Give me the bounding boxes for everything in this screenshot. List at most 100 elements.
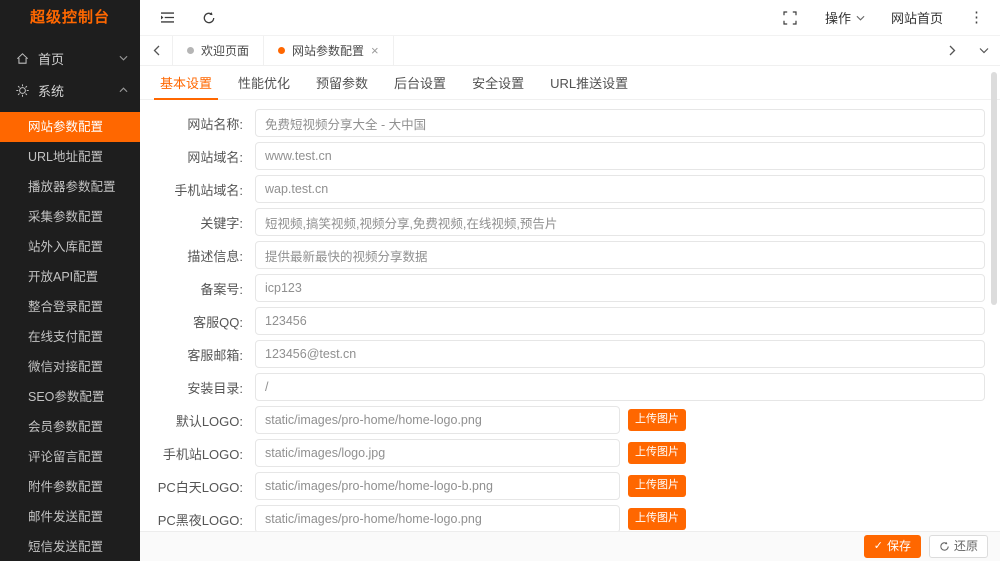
- settings-tab[interactable]: 安全设置: [472, 66, 524, 99]
- sidebar-subitem[interactable]: 开放API配置: [0, 262, 140, 292]
- sidebar-subitem[interactable]: 站外入库配置: [0, 232, 140, 262]
- sidebar-subitem[interactable]: 附件参数配置: [0, 472, 140, 502]
- field-input[interactable]: [255, 472, 620, 500]
- page-tab[interactable]: 欢迎页面: [172, 36, 264, 65]
- footer-bar: ✓ 保存 还原: [140, 531, 1000, 561]
- settings-tab[interactable]: URL推送设置: [550, 66, 628, 99]
- action-label: 操作: [825, 8, 851, 27]
- form-row: 网站名称:: [143, 109, 985, 137]
- upload-image-button[interactable]: 上传图片: [628, 508, 686, 529]
- upload-image-button[interactable]: 上传图片: [628, 442, 686, 463]
- sidebar-subitem[interactable]: 评论留言配置: [0, 442, 140, 472]
- fullscreen-icon[interactable]: [781, 9, 799, 27]
- reset-button[interactable]: 还原: [929, 535, 988, 559]
- settings-tab[interactable]: 后台设置: [394, 66, 446, 99]
- field-input[interactable]: [255, 142, 985, 170]
- topbar: 操作 网站首页 ⋮: [140, 0, 1000, 36]
- page-tab[interactable]: 网站参数配置 ×: [264, 36, 394, 65]
- sidebar-subitem[interactable]: 在线支付配置: [0, 322, 140, 352]
- field-label: 描述信息:: [143, 246, 243, 265]
- upload-image-button[interactable]: 上传图片: [628, 409, 686, 430]
- tabs-menu-icon[interactable]: [968, 36, 1000, 65]
- field-input[interactable]: [255, 340, 985, 368]
- field-input[interactable]: [255, 241, 985, 269]
- close-icon[interactable]: ×: [371, 44, 379, 57]
- sidebar-subitem-label: 附件参数配置: [28, 480, 103, 494]
- form-row: 默认LOGO: 上传图片: [143, 406, 985, 434]
- sidebar-subitem[interactable]: 微信对接配置: [0, 352, 140, 382]
- admin-console: 超级控制台 首页 系统 网站参数配置: [0, 0, 1000, 561]
- sidebar-subitem-label: 播放器参数配置: [28, 180, 116, 194]
- sidebar-subitem[interactable]: URL地址配置: [0, 142, 140, 172]
- tab-label: 欢迎页面: [201, 42, 249, 59]
- vertical-scrollbar[interactable]: [991, 72, 997, 305]
- field-input[interactable]: [255, 175, 985, 203]
- field-label: 客服邮箱:: [143, 345, 243, 364]
- page-tabs: 欢迎页面 网站参数配置 ×: [172, 36, 936, 65]
- field-input[interactable]: [255, 274, 985, 302]
- field-label: 备案号:: [143, 279, 243, 298]
- settings-tab[interactable]: 基本设置: [160, 66, 212, 99]
- field-input[interactable]: [255, 406, 620, 434]
- sidebar-item-home[interactable]: 首页: [0, 42, 140, 74]
- field-input[interactable]: [255, 208, 985, 236]
- field-input[interactable]: [255, 373, 985, 401]
- form-row: PC白天LOGO: 上传图片: [143, 472, 985, 500]
- sidebar-subitem-label: 网站参数配置: [28, 120, 103, 134]
- sidebar-subitem[interactable]: 网站参数配置: [0, 112, 140, 142]
- form-row: 安装目录:: [143, 373, 985, 401]
- field-input[interactable]: [255, 307, 985, 335]
- form-rows: 网站名称: 网站域名: 手机站域名: 关键字: 描述信息: 备案号: 客服QQ:…: [143, 109, 985, 531]
- action-dropdown[interactable]: 操作: [825, 8, 865, 27]
- sidebar-submenu: 网站参数配置 URL地址配置 播放器参数配置 采集参数配置 站外入库配置 开放A…: [0, 106, 140, 561]
- site-home-link[interactable]: 网站首页: [891, 8, 943, 27]
- form-row: 客服QQ:: [143, 307, 985, 335]
- field-label: PC黑夜LOGO:: [143, 510, 243, 529]
- tabs-scroll-right-icon[interactable]: [936, 36, 968, 65]
- sidebar-subitem[interactable]: 会员参数配置: [0, 412, 140, 442]
- sidebar: 超级控制台 首页 系统 网站参数配置: [0, 0, 140, 561]
- settings-form: 网站名称: 网站域名: 手机站域名: 关键字: 描述信息: 备案号: 客服QQ:…: [140, 100, 1000, 531]
- sidebar-subitem[interactable]: 采集参数配置: [0, 202, 140, 232]
- field-label: 手机站域名:: [143, 180, 243, 199]
- field-label: 客服QQ:: [143, 312, 243, 331]
- settings-tab[interactable]: 预留参数: [316, 66, 368, 99]
- tab-label: 网站参数配置: [292, 42, 364, 59]
- field-input[interactable]: [255, 109, 985, 137]
- gear-icon: [14, 82, 30, 98]
- settings-tab[interactable]: 性能优化: [238, 66, 290, 99]
- sidebar-subitem-label: 整合登录配置: [28, 300, 103, 314]
- field-input[interactable]: [255, 439, 620, 467]
- form-row: 关键字:: [143, 208, 985, 236]
- chevron-up-icon: [119, 87, 128, 93]
- sidebar-subitem-label: 评论留言配置: [28, 450, 103, 464]
- sidebar-subitem-label: 在线支付配置: [28, 330, 103, 344]
- settings-tab-label: 后台设置: [394, 73, 446, 92]
- sidebar-subitem-label: 开放API配置: [28, 270, 98, 284]
- field-label: 安装目录:: [143, 378, 243, 397]
- sidebar-subitem[interactable]: 整合登录配置: [0, 292, 140, 322]
- form-row: 备案号:: [143, 274, 985, 302]
- form-row: 描述信息:: [143, 241, 985, 269]
- sidebar-item-label: 首页: [38, 49, 119, 68]
- settings-tab-label: URL推送设置: [550, 73, 628, 92]
- field-input[interactable]: [255, 505, 620, 531]
- sidebar-subitem[interactable]: 邮件发送配置: [0, 502, 140, 532]
- tabs-scroll-left-icon[interactable]: [140, 36, 172, 65]
- sidebar-subitem[interactable]: SEO参数配置: [0, 382, 140, 412]
- field-label: PC白天LOGO:: [143, 477, 243, 496]
- upload-image-button[interactable]: 上传图片: [628, 475, 686, 496]
- refresh-icon[interactable]: [200, 9, 218, 27]
- field-label: 默认LOGO:: [143, 411, 243, 430]
- sidebar-subitem[interactable]: 短信发送配置: [0, 532, 140, 561]
- home-icon: [14, 50, 30, 66]
- save-button[interactable]: ✓ 保存: [864, 535, 921, 559]
- collapse-sidebar-icon[interactable]: [158, 9, 176, 27]
- sidebar-subitem-label: 站外入库配置: [28, 240, 103, 254]
- sidebar-subitem[interactable]: 播放器参数配置: [0, 172, 140, 202]
- settings-tabs: 基本设置 性能优化 预留参数 后台设置 安全设置 URL推送设置: [140, 66, 1000, 100]
- sidebar-item-system[interactable]: 系统: [0, 74, 140, 106]
- restore-icon: [939, 541, 950, 552]
- kebab-icon[interactable]: ⋮: [969, 10, 984, 25]
- tab-status-dot: [187, 47, 194, 54]
